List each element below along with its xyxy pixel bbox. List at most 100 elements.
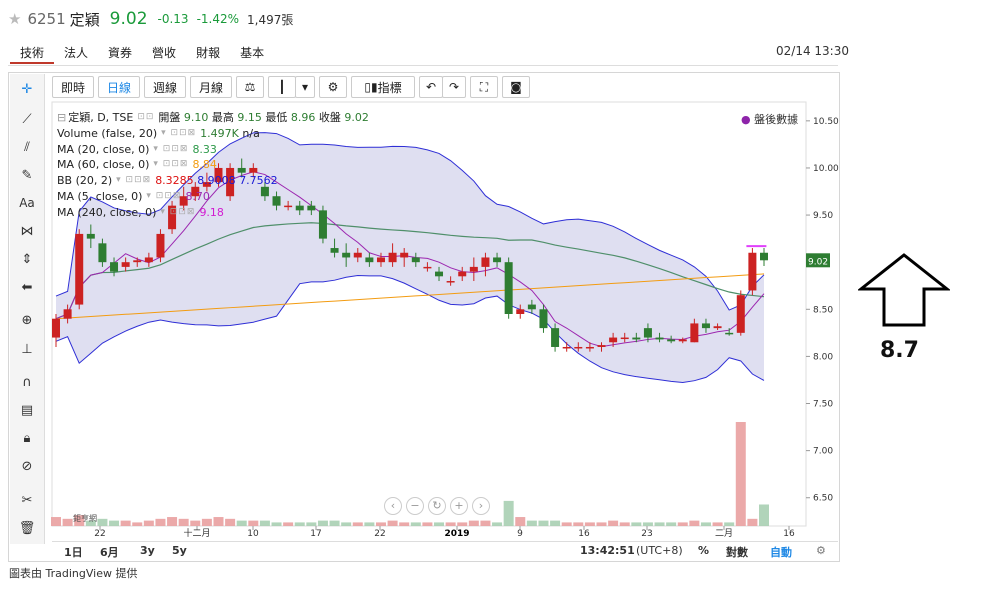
after-hours-label[interactable]: ● 盤後數據: [741, 111, 798, 127]
price-tick-label: 9.50: [813, 211, 833, 221]
range-1d[interactable]: 1日: [64, 544, 83, 560]
range-6m[interactable]: 6月: [100, 544, 119, 560]
watermark-logo: 鉅亨網: [73, 514, 97, 523]
candle-body: [144, 257, 153, 263]
candle-body: [110, 262, 119, 272]
price-tick-label: 8.00: [813, 352, 833, 362]
candle-body: [376, 257, 385, 263]
volume-bar: [375, 522, 386, 526]
candle-body: [493, 257, 502, 263]
candle-body: [551, 328, 560, 347]
candle-body: [643, 328, 652, 338]
volume-bar: [329, 520, 340, 526]
candle-body: [562, 346, 571, 349]
volume-bar: [399, 522, 410, 526]
price-tick-label: 8.50: [813, 305, 833, 315]
candle-body: [516, 309, 525, 314]
legend-ma60-icons[interactable]: ▾ ⊡⊡⊠: [153, 157, 188, 173]
volume-bar: [712, 522, 723, 526]
gear-icon[interactable]: ⚙: [816, 544, 826, 557]
zoom-in-icon[interactable]: +: [450, 497, 468, 515]
candle-body: [353, 252, 362, 258]
volume-bar: [201, 518, 212, 526]
legend-close: 9.02: [344, 111, 369, 124]
candle-body: [330, 248, 339, 253]
candle-body: [701, 323, 710, 329]
volume-bar: [143, 520, 154, 526]
candle-body: [52, 318, 60, 338]
legend-symbol: 定穎, D, TSE: [68, 111, 134, 124]
candle-body: [597, 345, 606, 347]
legend-ma5-value: 8.70: [185, 189, 210, 203]
volume-bar: [132, 522, 143, 526]
candle-body: [667, 339, 676, 342]
percent-toggle[interactable]: %: [698, 544, 709, 557]
legend-volume: Volume (false, 20) ▾ ⊡⊡⊠ 1.497K n/a: [57, 126, 369, 142]
reset-icon[interactable]: ↻: [428, 497, 446, 515]
time-axis: 22 十二月 10 17 22 2019 9 16 23 二月 16: [94, 526, 795, 539]
candle-body: [133, 260, 142, 263]
price-chart[interactable]: 10.50 10.00 9.50 9.02 8.50 8.00 7.50 7.00 6.50 2…: [0, 0, 1000, 600]
volume-bar: [747, 518, 758, 526]
scroll-left-icon[interactable]: ‹: [384, 497, 402, 515]
volume-bar: [271, 522, 282, 526]
candle-body: [527, 304, 536, 310]
candle-body: [748, 252, 757, 291]
legend-ma240-icons[interactable]: ▾ ⊡⊡⊠: [160, 205, 195, 221]
candle-body: [620, 337, 629, 340]
collapse-icon[interactable]: ⊟: [57, 110, 66, 126]
clock: 13:42:51: [580, 544, 635, 557]
volume-bar: [515, 517, 526, 526]
scroll-right-icon[interactable]: ›: [472, 497, 490, 515]
volume-bar: [236, 520, 247, 526]
legend-high: 9.15: [237, 111, 262, 124]
volume-bar: [654, 522, 665, 526]
volume-bar: [109, 520, 120, 526]
time-tick-label: 22: [374, 529, 385, 539]
legend-ma240-label: MA (240, close, 0): [57, 205, 157, 219]
volume-bar: [120, 520, 131, 526]
volume-bar: [51, 517, 61, 526]
candle-body: [678, 339, 687, 342]
volume-bar: [341, 522, 352, 526]
volume-bar: [62, 518, 73, 526]
candle-body: [388, 252, 397, 263]
legend-ma20-value: 8.33: [192, 142, 217, 156]
volume-bar: [677, 522, 688, 526]
range-5y[interactable]: 5y: [172, 544, 187, 557]
volume-bar: [155, 518, 166, 526]
legend-ma20-icons[interactable]: ▾ ⊡⊡⊠: [153, 142, 188, 158]
legend-ma240: MA (240, close, 0) ▾ ⊡⊡⊠ 9.18: [57, 205, 369, 221]
dot-icon: ●: [741, 113, 751, 126]
volume-bar: [759, 504, 769, 526]
range-3y[interactable]: 3y: [140, 544, 155, 557]
candle-body: [725, 332, 734, 335]
volume-bar: [480, 520, 491, 526]
auto-toggle[interactable]: 自動: [770, 544, 792, 560]
chart-legend: ⊟ 定穎, D, TSE ⊡⊡ 開盤 9.10 最高 9.15 最低 8.96 …: [57, 110, 369, 221]
log-toggle[interactable]: 對數: [726, 544, 748, 560]
price-tick-label: 6.50: [813, 494, 833, 504]
legend-bb-icons[interactable]: ▾ ⊡⊡⊠: [116, 173, 151, 189]
candle-body: [690, 323, 699, 343]
candle-body: [760, 252, 768, 261]
volume-bar: [306, 522, 317, 526]
candle-body: [574, 346, 583, 349]
volume-bar: [422, 522, 433, 526]
zoom-out-icon[interactable]: −: [406, 497, 424, 515]
candle-body: [435, 271, 444, 277]
price-tick-label: 7.50: [813, 400, 833, 410]
legend-eye-icon[interactable]: ⊡⊡: [137, 110, 154, 126]
volume-bar: [550, 520, 561, 526]
price-axis: 10.50 10.00 9.50 9.02 8.50 8.00 7.50 7.00 6.50: [806, 117, 839, 504]
legend-ma240-value: 9.18: [199, 205, 224, 219]
legend-ma5-icons[interactable]: ▾ ⊡⊡⊠: [146, 189, 181, 205]
timezone[interactable]: (UTC+8): [636, 544, 683, 557]
candle-body: [411, 257, 420, 263]
volume-bar: [689, 520, 700, 526]
legend-volume-icons[interactable]: ▾ ⊡⊡⊠: [161, 126, 196, 142]
volume-bar: [97, 518, 108, 526]
candle-body: [539, 309, 548, 329]
volume-bar: [445, 522, 456, 526]
candle-body: [423, 266, 432, 269]
